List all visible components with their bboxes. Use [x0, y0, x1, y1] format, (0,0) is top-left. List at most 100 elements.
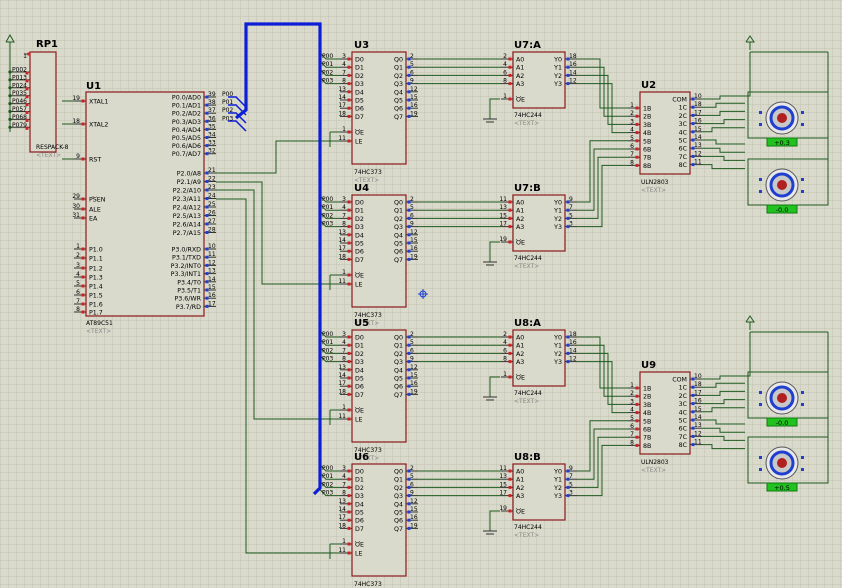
- pin-marker: [205, 144, 209, 148]
- pin-number: 6: [76, 289, 80, 296]
- pin-name: P2.3/A11: [173, 196, 201, 203]
- pin-marker: [347, 542, 351, 546]
- pin-marker: [205, 171, 209, 175]
- pin-name: 4B: [643, 130, 651, 137]
- pin-name: D3: [355, 359, 364, 366]
- pin-number: 38: [208, 99, 216, 106]
- pin-name: P2.5/A13: [173, 213, 201, 220]
- pin-marker: [347, 417, 351, 421]
- pin-marker: [205, 288, 209, 292]
- pin-name: 8B: [643, 443, 651, 450]
- pin-marker: [347, 139, 351, 143]
- motor-value: +0.5: [774, 484, 790, 492]
- pin-name: P3.1/TXD: [172, 255, 201, 262]
- pin-name: D1: [355, 343, 364, 350]
- pin-marker: [205, 247, 209, 251]
- rp1-body[interactable]: [29, 51, 57, 153]
- net-label: P01: [222, 99, 233, 106]
- pin-number: 2: [630, 390, 634, 397]
- net-label: P00: [322, 465, 333, 472]
- pin-marker: [508, 343, 512, 347]
- pin-marker: [407, 73, 411, 77]
- pin-marker: [691, 122, 695, 126]
- pin-marker: [566, 200, 570, 204]
- pin-number: 2: [410, 53, 414, 60]
- pin-number: 3: [342, 196, 346, 203]
- pin-marker: [759, 468, 762, 471]
- motor-rotor: [777, 393, 787, 403]
- pin-marker: [407, 494, 411, 498]
- motor-value: +0.3: [774, 139, 790, 147]
- pin-name: 2C: [679, 393, 688, 400]
- buffer-ref: U7:A: [514, 40, 541, 51]
- pin-marker: [635, 435, 639, 439]
- pin-name: Q2: [394, 485, 403, 492]
- pin-name: P1.7: [89, 310, 103, 317]
- pin-marker: [691, 426, 695, 430]
- pin-name: Y1: [553, 65, 562, 72]
- pin-number: 9: [410, 78, 414, 85]
- net-label: P03: [222, 115, 233, 122]
- pin-number: 15: [694, 406, 702, 413]
- pin-name: D2: [355, 485, 364, 492]
- pin-name: P2.2/A10: [173, 188, 201, 195]
- pin-marker: [347, 518, 351, 522]
- pin-name: 3C: [679, 121, 688, 128]
- pin-name: 7B: [643, 155, 651, 162]
- pin-number: 2: [503, 331, 507, 338]
- pin-marker: [759, 111, 762, 114]
- pin-name: LE: [355, 282, 363, 289]
- net-label: P02: [322, 212, 333, 219]
- pin-name: Y3: [553, 359, 562, 366]
- pin-name: D1: [355, 65, 364, 72]
- driver-text: <TEXT>: [641, 187, 666, 194]
- pin-name: OE: [516, 375, 525, 382]
- pin-marker: [635, 163, 639, 167]
- pin-name: 2B: [643, 114, 651, 121]
- pin-name: P0.6/AD6: [172, 143, 201, 150]
- pin-number: 5: [569, 481, 573, 488]
- pin-name: D4: [355, 501, 364, 508]
- net-label: P01: [322, 204, 333, 211]
- pin-marker: [691, 434, 695, 438]
- pin-name: A1: [516, 343, 524, 350]
- pin-number: 13: [338, 364, 346, 371]
- pin-name: 5B: [643, 418, 651, 425]
- pin-number: 15: [499, 212, 507, 219]
- pin-number: 10: [208, 243, 216, 250]
- pin-marker: [347, 485, 351, 489]
- pin-number: 19: [410, 522, 418, 529]
- pin-number: 8: [503, 356, 507, 363]
- pin-name: Q3: [394, 81, 403, 88]
- pin-number: 14: [338, 506, 346, 513]
- pin-marker: [566, 82, 570, 86]
- pin-number: 14: [338, 372, 346, 379]
- pin-number: 18: [338, 388, 346, 395]
- pin-name: 4C: [679, 129, 688, 136]
- pin-name: Y2: [553, 216, 562, 223]
- pin-number: 8: [342, 356, 346, 363]
- pin-number: 11: [338, 278, 346, 285]
- pin-marker: [801, 456, 804, 459]
- schematic-canvas[interactable]: RP11P00 2P01 3P02 4P03 5P04 6P05 7P06 8P07 9RESP…: [0, 0, 842, 588]
- pin-marker: [347, 282, 351, 286]
- pin-number: 5: [410, 339, 414, 346]
- pin-name: 4C: [679, 409, 688, 416]
- pin-marker: [508, 469, 512, 473]
- pin-marker: [759, 403, 762, 406]
- pin-number: 16: [410, 514, 418, 521]
- pin-marker: [635, 155, 639, 159]
- pin-number: 16: [569, 61, 577, 68]
- pin-name: P2.1/A9: [177, 179, 201, 186]
- pin-marker: [347, 510, 351, 514]
- pin-number: 31: [72, 212, 80, 219]
- pin-marker: [407, 90, 411, 94]
- buffer-ref: U8:A: [514, 318, 541, 329]
- pin-marker: [407, 368, 411, 372]
- pin-marker: [508, 97, 512, 101]
- pin-name: P3.0/RXD: [172, 247, 202, 254]
- pin-marker: [407, 384, 411, 388]
- pin-number: 4: [76, 271, 80, 278]
- pin-number: 9: [410, 490, 414, 497]
- pin-name: D7: [355, 114, 364, 121]
